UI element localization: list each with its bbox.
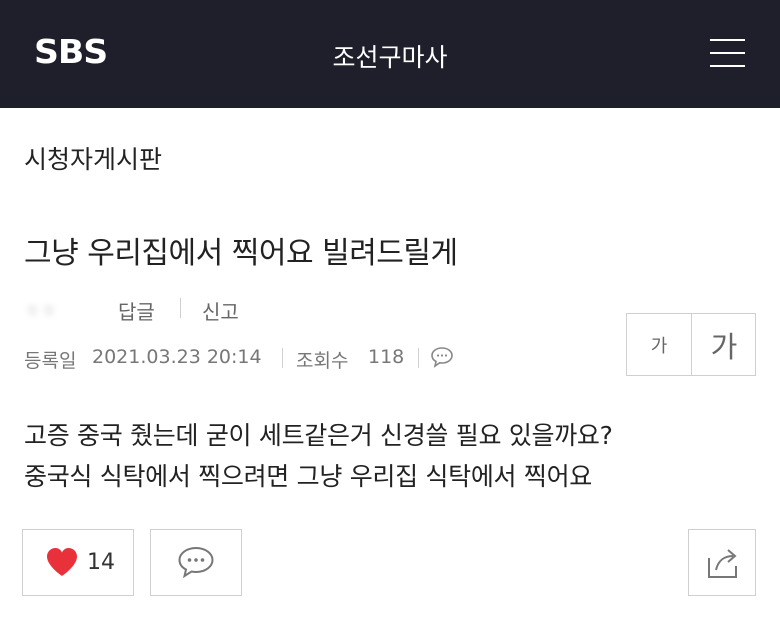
top-header: SBS 조선구마사 — [0, 0, 780, 108]
menu-line — [710, 39, 745, 41]
registered-label: 등록일 — [24, 350, 77, 372]
hamburger-menu-icon[interactable] — [708, 37, 748, 69]
font-small-button[interactable]: 가 — [627, 314, 692, 375]
board-name[interactable]: 시청자게시판 — [24, 140, 162, 176]
program-title[interactable]: 조선구마사 — [0, 38, 780, 74]
reply-link[interactable]: 답글 — [118, 296, 155, 325]
divider — [418, 348, 419, 368]
post-body-line: 고증 중국 줬는데 굳이 세트같은거 신경쓸 필요 있을까요? — [24, 421, 613, 450]
menu-line — [710, 65, 745, 67]
divider — [282, 348, 283, 368]
views-label: 조회수 — [296, 350, 349, 372]
divider — [180, 298, 181, 318]
heart-icon — [47, 548, 77, 576]
share-icon — [708, 549, 737, 578]
menu-line — [710, 52, 745, 54]
like-count: 14 — [87, 550, 115, 575]
share-button[interactable] — [688, 529, 756, 596]
views-count: 118 — [368, 346, 405, 368]
speech-bubble-icon — [178, 546, 214, 578]
like-button[interactable]: 14 — [22, 529, 134, 596]
font-size-controls: 가 가 — [626, 313, 756, 376]
comment-button[interactable] — [150, 529, 242, 596]
author-name: ㅎㅎ — [24, 301, 58, 322]
post-title: 그냥 우리집에서 찍어요 빌려드릴게 — [24, 236, 458, 271]
registered-date: 2021.03.23 20:14 — [92, 346, 262, 368]
font-large-button[interactable]: 가 — [692, 314, 756, 375]
report-link[interactable]: 신고 — [202, 296, 239, 325]
speech-bubble-icon — [431, 347, 453, 368]
post-body-line: 중국식 식탁에서 찍으려면 그냥 우리집 식탁에서 찍어요 — [24, 462, 592, 491]
